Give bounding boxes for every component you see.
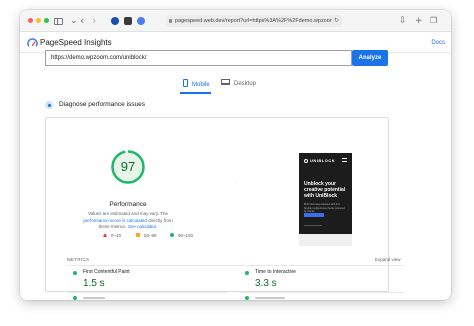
chevron-down-icon[interactable]: ⌄ xyxy=(70,15,78,27)
metric-cutoff-row xyxy=(83,297,105,299)
address-bar[interactable]: pagespeed.web.dev/report?url=https%3A%2F… xyxy=(166,15,342,27)
diagnose-title: Diagnose performance issues xyxy=(59,101,145,108)
preview-brand: UNIBLOCK xyxy=(304,158,335,163)
hamburger-icon xyxy=(342,158,347,162)
new-tab-icon[interactable]: + xyxy=(415,15,423,27)
preview-body: Build stunning websites with this flexib… xyxy=(304,203,345,213)
browser-toolbar: ⌄ ‹ › pagespeed.web.dev/report?url=https… xyxy=(20,10,451,32)
preview-cta xyxy=(304,213,324,217)
minimize-window-button[interactable] xyxy=(36,18,41,23)
card-divider xyxy=(236,181,237,182)
metric-separator xyxy=(67,292,227,293)
tab-overview-icon[interactable]: ❐ xyxy=(430,15,437,27)
brand-logo-icon xyxy=(304,158,308,163)
extension-icon-1[interactable] xyxy=(111,17,119,25)
metric-tti-value: 3.3 s xyxy=(255,278,277,289)
address-text: pagespeed.web.dev/report?url=https%3A%2F… xyxy=(175,18,332,24)
metric-pass-icon xyxy=(245,271,249,275)
triangle-icon xyxy=(103,233,107,237)
mobile-icon xyxy=(183,79,188,87)
tab-mobile-label: Mobile xyxy=(192,82,210,88)
see-calculator-link[interactable]: See calculator. xyxy=(128,224,158,229)
note-prefix: Values are estimated and may vary. The xyxy=(87,211,169,216)
performance-score: 97 xyxy=(120,159,136,174)
reload-icon[interactable]: ↻ xyxy=(334,15,339,27)
tab-mobile[interactable]: Mobile xyxy=(183,79,210,89)
docs-link[interactable]: Docs xyxy=(431,38,445,48)
metric-cutoff-row xyxy=(255,297,285,299)
zoom-window-button[interactable] xyxy=(44,18,49,23)
lock-icon xyxy=(169,18,172,23)
tab-desktop[interactable]: Desktop xyxy=(221,79,256,89)
url-input-value: https://demo.wpzoom.com/uniblock/ xyxy=(51,55,147,61)
sidebar-toggle-icon[interactable] xyxy=(54,18,63,25)
metric-tti-name: Time to Interactive xyxy=(255,269,296,275)
expand-view-link[interactable]: Expand view xyxy=(375,257,401,263)
legend-average-range: 50–89 xyxy=(144,233,157,238)
score-calculated-link[interactable]: performance score is calculated xyxy=(83,218,147,223)
close-window-button[interactable] xyxy=(28,18,33,23)
extension-icon-3[interactable] xyxy=(137,17,145,25)
download-icon[interactable]: ⇩ xyxy=(399,15,407,27)
pagespeed-logo-icon xyxy=(27,38,38,47)
metrics-rule xyxy=(67,265,404,266)
legend-pass: 90–100 xyxy=(170,233,193,239)
legend-pass-range: 90–100 xyxy=(178,233,194,238)
metric-separator xyxy=(240,292,404,293)
desktop-icon xyxy=(221,79,230,85)
legend-fail-range: 0–49 xyxy=(111,233,122,238)
page-screenshot: UNIBLOCK Unblock your creative potential… xyxy=(299,153,352,246)
preview-headline: Unblock your creative potential with Uni… xyxy=(304,181,346,199)
diagnose-icon xyxy=(45,101,53,109)
app-title: PageSpeed Insights xyxy=(40,38,112,47)
preview-divider xyxy=(304,225,322,226)
forward-icon[interactable]: › xyxy=(92,15,96,27)
metric-fcp-value: 1.5 s xyxy=(83,278,105,289)
metric-pass-icon xyxy=(73,271,77,275)
legend-fail: 0–49 xyxy=(103,233,121,239)
extension-icon-2[interactable] xyxy=(124,17,132,25)
circle-icon xyxy=(170,233,174,237)
active-tab-indicator xyxy=(180,92,211,94)
preview-footer xyxy=(299,234,352,246)
metric-fcp-name: First Contentful Paint xyxy=(83,269,130,275)
metric-pass-icon xyxy=(245,296,249,300)
performance-note: Values are estimated and may vary. The p… xyxy=(78,211,178,231)
preview-brand-text: UNIBLOCK xyxy=(310,158,336,163)
analyze-button[interactable]: Analyze xyxy=(352,50,388,66)
url-input[interactable]: https://demo.wpzoom.com/uniblock/ xyxy=(45,50,352,66)
tab-desktop-label: Desktop xyxy=(234,81,257,87)
square-icon xyxy=(136,233,140,237)
legend-average: 50–89 xyxy=(136,233,157,239)
performance-label: Performance xyxy=(109,201,147,208)
metrics-header: METRICS xyxy=(67,257,90,262)
back-icon[interactable]: ‹ xyxy=(80,15,84,27)
metric-pass-icon xyxy=(73,296,77,300)
